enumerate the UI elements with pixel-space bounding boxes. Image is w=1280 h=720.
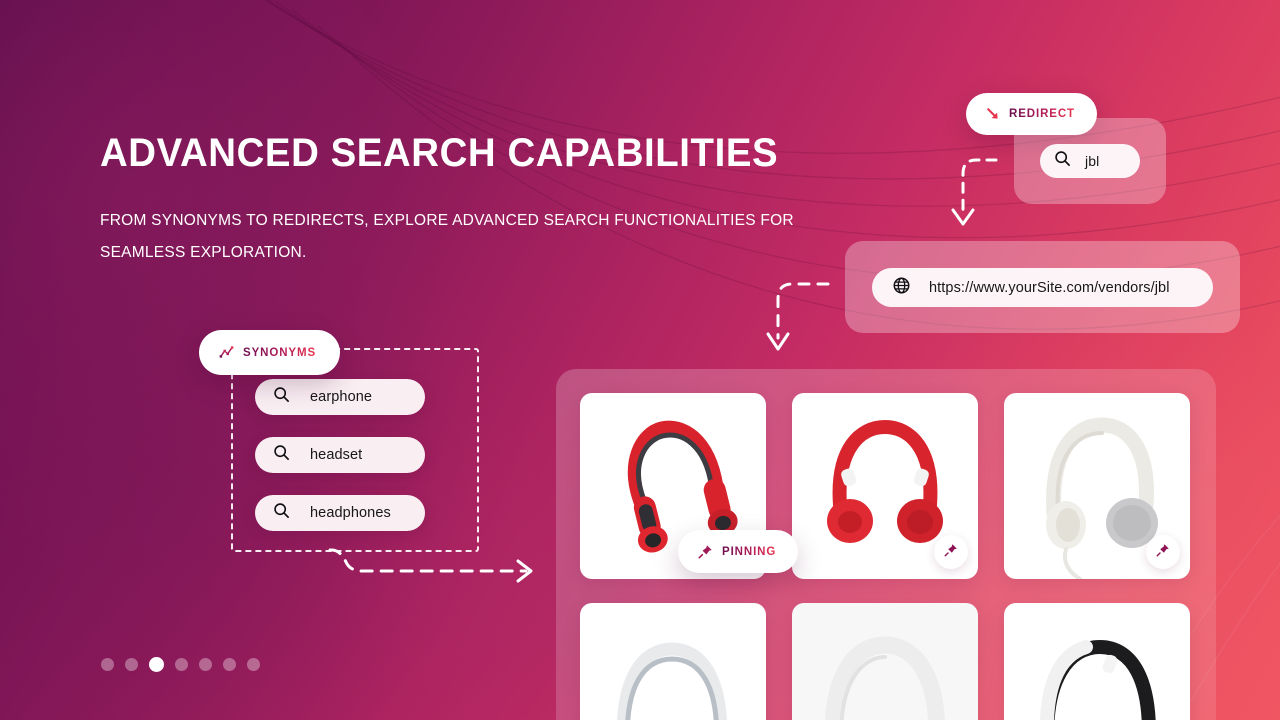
page-title: ADVANCED SEARCH CAPABILITIES: [100, 131, 779, 175]
product-card-black-white-headphones[interactable]: [1004, 603, 1190, 720]
product-card-red-over-ear-headphones[interactable]: [792, 393, 978, 579]
product-card-white-wired-headphones[interactable]: [1004, 393, 1190, 579]
synonyms-badge[interactable]: SYNONYMS: [199, 330, 341, 375]
pushpin-icon: [944, 543, 958, 562]
arrow-down-right-icon: [986, 107, 1000, 121]
page-subtitle: FROM SYNONYMS TO REDIRECTS, EXPLORE ADVA…: [100, 212, 794, 261]
pagination-dot-7[interactable]: [247, 658, 260, 671]
url-to-results-arrow: [766, 282, 830, 351]
synonym-chip-label: headphones: [310, 505, 391, 521]
url-input-value[interactable]: https://www.yourSite.com/vendors/jbl: [929, 280, 1170, 296]
synonym-chip-headphones[interactable]: headphones: [255, 495, 425, 531]
redirect-to-search-arrow: [951, 158, 998, 226]
search-field[interactable]: jbl: [1040, 144, 1140, 178]
pushpin-icon: [1156, 543, 1170, 562]
pinning-badge-label: PINNING: [722, 545, 777, 558]
search-icon: [273, 444, 290, 466]
pinning-badge[interactable]: PINNING: [678, 530, 799, 573]
headphones-image: [825, 636, 945, 720]
synonym-chip-headset[interactable]: headset: [255, 437, 425, 473]
scatter-trend-icon: [219, 345, 234, 360]
url-field[interactable]: https://www.yourSite.com/vendors/jbl: [872, 268, 1213, 307]
synonym-chip-label: earphone: [310, 389, 373, 405]
pagination-dot-4[interactable]: [175, 658, 188, 671]
product-card-light-grey-headphones[interactable]: [580, 603, 766, 720]
synonym-chip-earphone[interactable]: earphone: [255, 379, 425, 415]
pin-button[interactable]: [934, 535, 968, 569]
pagination-dot-1[interactable]: [101, 658, 114, 671]
globe-icon: [892, 276, 911, 300]
headphones-image: [617, 642, 727, 720]
carousel-pagination[interactable]: [101, 657, 260, 672]
pushpin-icon: [698, 544, 713, 559]
product-results-grid: [580, 393, 1192, 720]
search-icon: [1054, 150, 1071, 172]
synonyms-badge-label: SYNONYMS: [243, 346, 317, 359]
pagination-dot-5[interactable]: [199, 658, 212, 671]
pin-button[interactable]: [1146, 535, 1180, 569]
synonym-chip-label: headset: [310, 447, 363, 463]
pagination-dot-2[interactable]: [125, 658, 138, 671]
product-card-white-matte-headphones[interactable]: [792, 603, 978, 720]
search-icon: [273, 502, 290, 524]
slide-canvas: ADVANCED SEARCH CAPABILITIES FROM SYNONY…: [0, 0, 1280, 720]
search-icon: [273, 386, 290, 408]
search-input-value[interactable]: jbl: [1085, 153, 1099, 169]
pagination-dot-6[interactable]: [223, 658, 236, 671]
headphones-image: [1040, 639, 1156, 720]
pagination-dot-3[interactable]: [149, 657, 164, 672]
